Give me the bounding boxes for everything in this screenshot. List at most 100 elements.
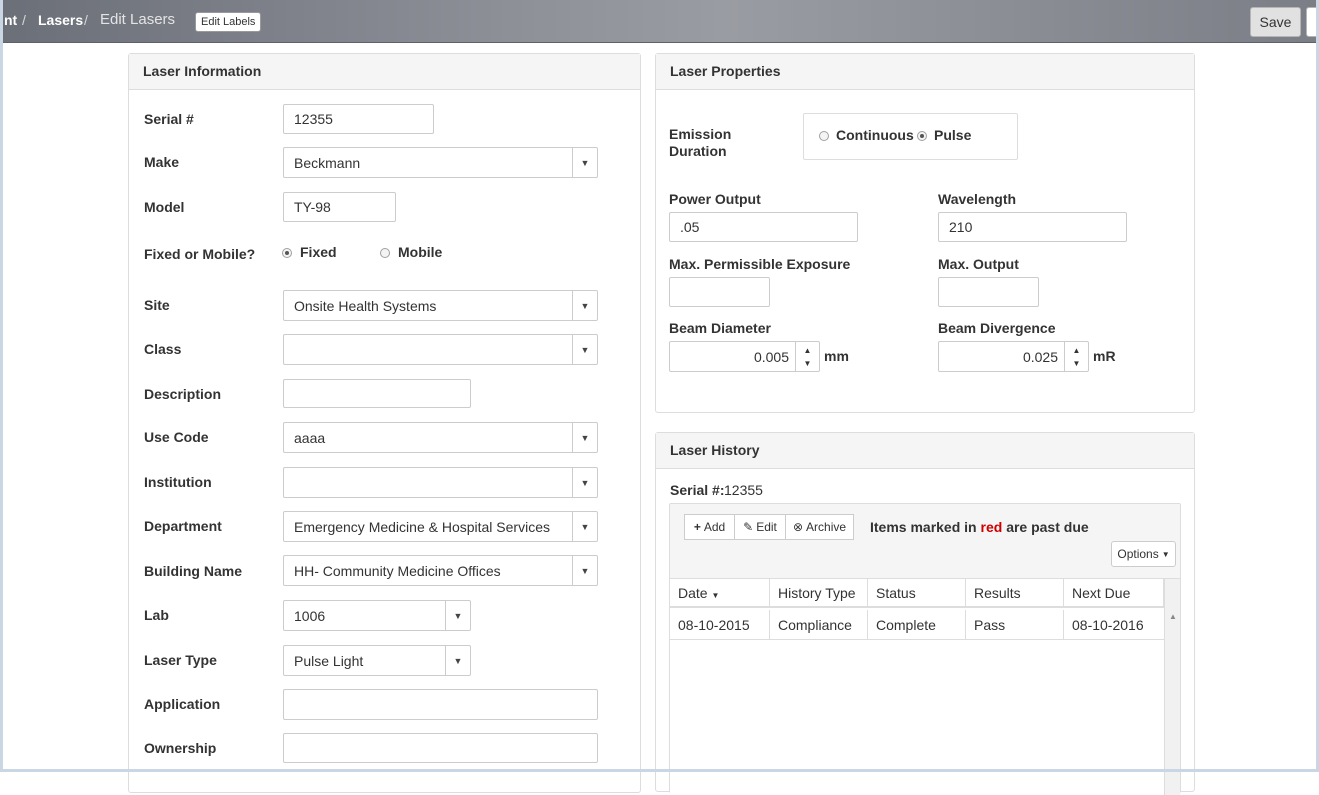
edit-labels-button[interactable]: Edit Labels: [195, 12, 262, 32]
options-button[interactable]: Options ▼: [1111, 541, 1176, 567]
lab-select[interactable]: 1006 ▼: [283, 600, 471, 631]
history-table: Date ▼ History Type Status Results Next …: [670, 578, 1180, 795]
department-value: Emergency Medicine & Hospital Services: [294, 518, 550, 535]
edit-button[interactable]: ✎ Edit: [734, 514, 786, 540]
options-button-label: Options: [1117, 547, 1159, 561]
continuous-radio-label[interactable]: Continuous: [836, 127, 914, 143]
mobile-radio-label[interactable]: Mobile: [398, 244, 442, 260]
model-input[interactable]: TY-98: [283, 192, 396, 222]
continuous-radio[interactable]: [819, 131, 829, 141]
chevron-down-icon[interactable]: ▼: [572, 556, 597, 585]
cell-status: Complete: [868, 610, 966, 640]
power-output-label: Power Output: [669, 191, 761, 207]
past-due-note-suffix: are past due: [1006, 519, 1089, 535]
more-actions-button[interactable]: [1306, 7, 1319, 37]
beam-divergence-unit: mR: [1093, 348, 1116, 364]
use-code-select[interactable]: aaaa ▼: [283, 422, 598, 453]
lab-label: Lab: [144, 607, 169, 623]
pulse-radio[interactable]: [917, 131, 927, 141]
application-label: Application: [144, 696, 221, 712]
history-serial-value: 12355: [724, 482, 763, 498]
column-header-date[interactable]: Date ▼: [670, 579, 770, 607]
mobile-radio[interactable]: [380, 248, 390, 258]
column-header-history-type[interactable]: History Type: [770, 579, 868, 607]
laser-type-select[interactable]: Pulse Light ▼: [283, 645, 471, 676]
chevron-down-icon[interactable]: ▼: [572, 148, 597, 177]
emission-duration-label-line2: Duration: [669, 143, 727, 159]
institution-select[interactable]: ▼: [283, 467, 598, 498]
table-row[interactable]: 08-10-2015 Compliance Complete Pass 08-1…: [670, 610, 1164, 640]
column-header-results[interactable]: Results: [966, 579, 1064, 607]
make-value: Beckmann: [294, 154, 361, 171]
chevron-down-icon[interactable]: ▼: [572, 423, 597, 452]
use-code-label: Use Code: [144, 429, 209, 445]
past-due-note-red: red: [980, 519, 1003, 535]
table-scrollbar[interactable]: ▲: [1164, 579, 1180, 795]
column-header-status[interactable]: Status: [868, 579, 966, 607]
plus-icon: +: [693, 520, 701, 534]
serial-label: Serial #: [144, 111, 194, 127]
beam-diameter-spinner[interactable]: 0.005 ▲ ▼: [669, 341, 820, 372]
emission-duration-label-line1: Emission: [669, 126, 732, 142]
use-code-value: aaaa: [294, 429, 326, 446]
class-select[interactable]: ▼: [283, 334, 598, 365]
panel-title: Laser Information: [129, 54, 640, 90]
max-permissible-exposure-input[interactable]: [669, 277, 770, 307]
breadcrumb-item-lasers[interactable]: Lasers: [38, 12, 83, 28]
max-permissible-exposure-label: Max. Permissible Exposure: [669, 256, 851, 272]
department-label: Department: [144, 518, 222, 534]
max-output-input[interactable]: [938, 277, 1039, 307]
stepper-arrows-icon[interactable]: ▲ ▼: [795, 342, 819, 371]
column-header-next-due[interactable]: Next Due: [1064, 579, 1164, 607]
ownership-input[interactable]: [283, 733, 598, 763]
beam-diameter-value: 0.005: [753, 348, 789, 365]
cell-history-type: Compliance: [770, 610, 868, 640]
chevron-down-icon[interactable]: ▼: [445, 646, 470, 675]
add-button-label: Add: [703, 520, 726, 534]
chevron-down-icon[interactable]: ▼: [572, 468, 597, 497]
save-button[interactable]: Save: [1250, 7, 1301, 37]
breadcrumb-separator: /: [84, 12, 88, 28]
archive-circle-icon: ⊗: [792, 520, 804, 534]
description-input[interactable]: [283, 379, 471, 408]
chevron-down-icon[interactable]: ▼: [572, 512, 597, 541]
pulse-radio-label[interactable]: Pulse: [934, 127, 971, 143]
fixed-radio-label[interactable]: Fixed: [300, 244, 337, 260]
laser-type-value: Pulse Light: [294, 652, 364, 669]
past-due-note: Items marked in red are past due: [870, 519, 1089, 535]
chevron-down-icon[interactable]: ▼: [572, 335, 597, 364]
emission-duration-group: Continuous Pulse: [803, 113, 1018, 160]
chevron-down-icon[interactable]: ▼: [445, 601, 470, 630]
make-label: Make: [144, 154, 180, 170]
institution-label: Institution: [144, 474, 212, 490]
edit-button-label: Edit: [756, 520, 777, 534]
model-label: Model: [144, 199, 185, 215]
chevron-down-icon[interactable]: ▼: [572, 291, 597, 320]
serial-input[interactable]: 12355: [283, 104, 434, 134]
power-output-input[interactable]: .05: [669, 212, 858, 242]
site-select[interactable]: Onsite Health Systems ▼: [283, 290, 598, 321]
add-button[interactable]: + Add: [684, 514, 735, 540]
top-toolbar: nt / Lasers / Edit Lasers Edit Labels Sa…: [0, 0, 1319, 43]
scroll-up-icon[interactable]: ▲: [1169, 612, 1177, 621]
application-input[interactable]: [283, 689, 598, 720]
beam-diameter-unit: mm: [824, 348, 849, 364]
stepper-arrows-icon[interactable]: ▲ ▼: [1064, 342, 1088, 371]
past-due-note-prefix: Items marked in: [870, 519, 977, 535]
department-select[interactable]: Emergency Medicine & Hospital Services ▼: [283, 511, 598, 542]
breadcrumb-item-parent[interactable]: nt: [4, 12, 17, 28]
make-select[interactable]: Beckmann ▼: [283, 147, 598, 178]
archive-button-label: Archive: [806, 520, 847, 534]
history-grid: + Add ✎ Edit ⊗ Archive Items marked in r…: [669, 503, 1181, 795]
fixed-radio[interactable]: [282, 248, 292, 258]
beam-divergence-spinner[interactable]: 0.025 ▲ ▼: [938, 341, 1089, 372]
lab-value: 1006: [294, 607, 326, 624]
ownership-label: Ownership: [144, 740, 217, 756]
archive-button[interactable]: ⊗ Archive: [785, 514, 854, 540]
wavelength-input[interactable]: 210: [938, 212, 1127, 242]
history-serial-label: Serial #:: [670, 482, 725, 498]
laser-history-panel: Laser History Serial #: 12355 + Add ✎ Ed…: [655, 432, 1195, 795]
building-name-select[interactable]: HH- Community Medicine Offices ▼: [283, 555, 598, 586]
breadcrumb-current: Edit Lasers: [100, 11, 176, 28]
pencil-icon: ✎: [743, 520, 754, 534]
